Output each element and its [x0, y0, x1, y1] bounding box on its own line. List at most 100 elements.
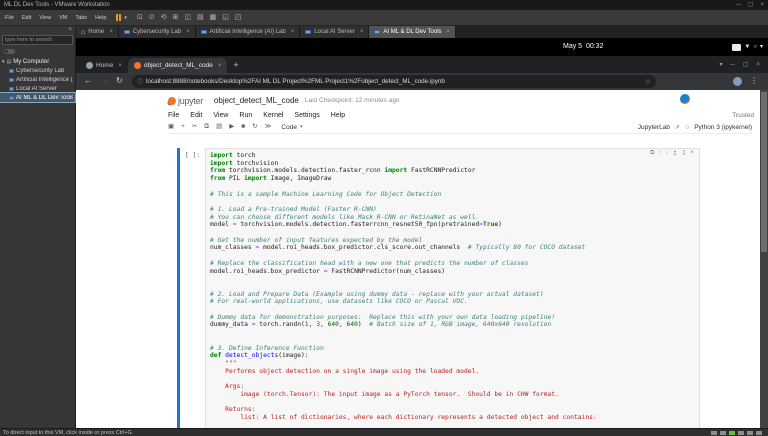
- suspend-vm-button[interactable]: ▾: [116, 14, 127, 21]
- vmware-menu-help[interactable]: Help: [93, 14, 108, 22]
- paste-cells-icon[interactable]: ▤: [216, 122, 222, 132]
- window-controls: ─ ▢ ×: [737, 0, 764, 10]
- close-tab-icon[interactable]: ×: [218, 63, 222, 69]
- usb-icon[interactable]: [738, 430, 744, 435]
- close-tab-icon[interactable]: ×: [360, 29, 364, 35]
- vmware-menu-tabs[interactable]: Tabs: [73, 14, 89, 22]
- close-tab-icon[interactable]: ×: [118, 63, 122, 69]
- vm-system-tray[interactable]: ▼ ○ ▾: [732, 43, 763, 51]
- page-scrollbar[interactable]: [760, 90, 768, 428]
- tree-item-my-computer[interactable]: ▾ ▤ My Computer: [0, 57, 75, 66]
- vm-icon: [9, 86, 14, 91]
- browser-tab-1[interactable]: object_detect_ML_code ×: [127, 58, 228, 73]
- kernel-name[interactable]: Python 3 (ipykernel): [694, 124, 752, 131]
- kernel-status-icon[interactable]: ○: [685, 124, 689, 131]
- power-icon[interactable]: ○: [753, 43, 757, 51]
- vmware-menu-file[interactable]: File: [3, 14, 16, 22]
- vm-clock[interactable]: May 5 00:32: [563, 43, 603, 50]
- library-vm-item-1[interactable]: Artificial Intelligence (AI) Lab: [0, 75, 75, 84]
- restart-run-all-icon[interactable]: ≫: [265, 122, 272, 132]
- jupyter-logo[interactable]: jupyter: [168, 96, 203, 106]
- vmware-menu-view[interactable]: View: [37, 14, 53, 22]
- vm-item-label: Cybersecurity Lab: [16, 67, 65, 74]
- close-tab-icon[interactable]: ×: [109, 29, 113, 35]
- jupyter-menu-help[interactable]: Help: [331, 112, 345, 119]
- code-cell[interactable]: [ ]: ⧉ ↑ ↓ ↥ ↧ × import torch import torchvisi…: [177, 148, 700, 428]
- notebook-title[interactable]: object_detect_ML_code: [214, 96, 299, 105]
- insert-cell-icon[interactable]: +: [181, 122, 185, 132]
- vm-display[interactable]: May 5 00:32 ▼ ○ ▾ Home × object_detect_ML_co…: [76, 38, 768, 428]
- network-icon[interactable]: ▼: [744, 43, 750, 51]
- tab-search-icon[interactable]: ▾: [720, 61, 723, 68]
- copy-cells-icon[interactable]: ⧉: [204, 122, 209, 132]
- snapshot-icon[interactable]: ⊙: [149, 13, 155, 22]
- library-search-input[interactable]: [2, 35, 73, 45]
- cd-rom-icon[interactable]: [720, 430, 726, 435]
- jupyter-menu-view[interactable]: View: [213, 112, 228, 119]
- site-info-icon[interactable]: ⓘ: [137, 77, 143, 86]
- vmware-tab-4[interactable]: AI ML & DL Dev Tools ×: [369, 26, 457, 38]
- cut-cells-icon[interactable]: ✂: [192, 122, 197, 132]
- network-adapter-icon[interactable]: [729, 430, 735, 435]
- library-vm-item-0[interactable]: Cybersecurity Lab: [0, 66, 75, 75]
- minimize-icon[interactable]: ─: [737, 0, 741, 10]
- chevron-down-icon[interactable]: ▾: [760, 43, 763, 51]
- vmware-tab-2[interactable]: Artificial Intelligence (AI) Lab ×: [195, 26, 301, 38]
- caret-down-icon[interactable]: ▾: [2, 59, 5, 65]
- run-cell-icon[interactable]: ▶: [229, 122, 234, 132]
- address-bar[interactable]: ⓘ localhost:8888/notebooks/Desktop%2FAI …: [132, 75, 656, 88]
- jupyter-menu-settings[interactable]: Settings: [294, 112, 319, 119]
- hard-disk-icon[interactable]: [711, 430, 717, 435]
- browser-tab-0[interactable]: Home ×: [80, 58, 128, 73]
- back-icon[interactable]: ←: [84, 76, 92, 85]
- unity-icon[interactable]: ◰: [235, 13, 242, 22]
- library-vm-item-3[interactable]: AI ML & DL Dev Tools: [0, 92, 76, 103]
- maximize-icon[interactable]: ▢: [748, 0, 754, 10]
- snapshot-manager-icon[interactable]: ⊞: [173, 13, 179, 22]
- vmware-tab-0[interactable]: ⌂ Home ×: [76, 26, 119, 38]
- cell-type-dropdown[interactable]: Code ▾: [281, 124, 302, 131]
- interrupt-kernel-icon[interactable]: ■: [241, 122, 245, 132]
- notification-icon[interactable]: [680, 94, 690, 104]
- restart-kernel-icon[interactable]: ↻: [252, 122, 257, 132]
- new-tab-button[interactable]: +: [233, 58, 238, 73]
- fullscreen-icon[interactable]: ◱: [222, 13, 229, 22]
- jupyter-menu-run[interactable]: Run: [239, 112, 252, 119]
- revert-snapshot-icon[interactable]: ⟲: [161, 13, 167, 22]
- jupyter-menu-kernel[interactable]: Kernel: [263, 112, 283, 119]
- vmware-menu-edit[interactable]: Edit: [20, 14, 33, 22]
- jupyter-menu-file[interactable]: File: [168, 112, 179, 119]
- thumbnail-bar-icon[interactable]: ▦: [210, 13, 217, 22]
- close-tab-icon[interactable]: ×: [291, 29, 295, 35]
- close-library-icon[interactable]: ×: [68, 27, 72, 33]
- vmware-menu-vm[interactable]: VM: [57, 14, 69, 22]
- jupyterlab-link[interactable]: JupyterLab: [638, 124, 670, 131]
- forward-icon[interactable]: →: [100, 76, 108, 85]
- browser-menu-icon[interactable]: ⋮: [750, 76, 758, 85]
- close-tab-icon[interactable]: ×: [186, 29, 190, 35]
- keyboard-icon[interactable]: [732, 43, 742, 51]
- profile-avatar[interactable]: [733, 77, 742, 86]
- sound-icon[interactable]: [747, 430, 753, 435]
- save-icon[interactable]: ▣: [168, 122, 174, 132]
- jupyter-menu-edit[interactable]: Edit: [190, 112, 202, 119]
- code-area[interactable]: import torch import torchvision from torch…: [210, 152, 699, 422]
- reload-icon[interactable]: ↻: [116, 76, 123, 85]
- library-vm-item-2[interactable]: Local AI Server: [0, 84, 75, 93]
- library-toggle-icon[interactable]: ◫: [184, 13, 191, 22]
- browser-minimize-icon[interactable]: ─: [731, 62, 735, 68]
- ctrl-alt-del-icon[interactable]: ⊡: [137, 13, 143, 22]
- console-view-icon[interactable]: ▤: [197, 13, 204, 22]
- message-icon[interactable]: [756, 430, 762, 435]
- vmware-tab-1[interactable]: Cybersecurity Lab ×: [118, 26, 196, 38]
- browser-close-icon[interactable]: ×: [756, 62, 760, 68]
- code-editor[interactable]: ⧉ ↑ ↓ ↥ ↧ × import torch import torchvision fro…: [205, 148, 700, 428]
- close-tab-icon[interactable]: ×: [447, 29, 451, 35]
- chevron-down-icon: ▾: [299, 124, 303, 130]
- vmware-tab-3[interactable]: Local AI Server ×: [300, 26, 370, 38]
- scrollbar-thumb[interactable]: [761, 92, 767, 252]
- close-icon[interactable]: ×: [760, 0, 764, 10]
- library-filter-toggle[interactable]: [4, 49, 15, 54]
- bookmark-star-icon[interactable]: ☆: [645, 78, 651, 86]
- browser-maximize-icon[interactable]: ▢: [743, 61, 749, 68]
